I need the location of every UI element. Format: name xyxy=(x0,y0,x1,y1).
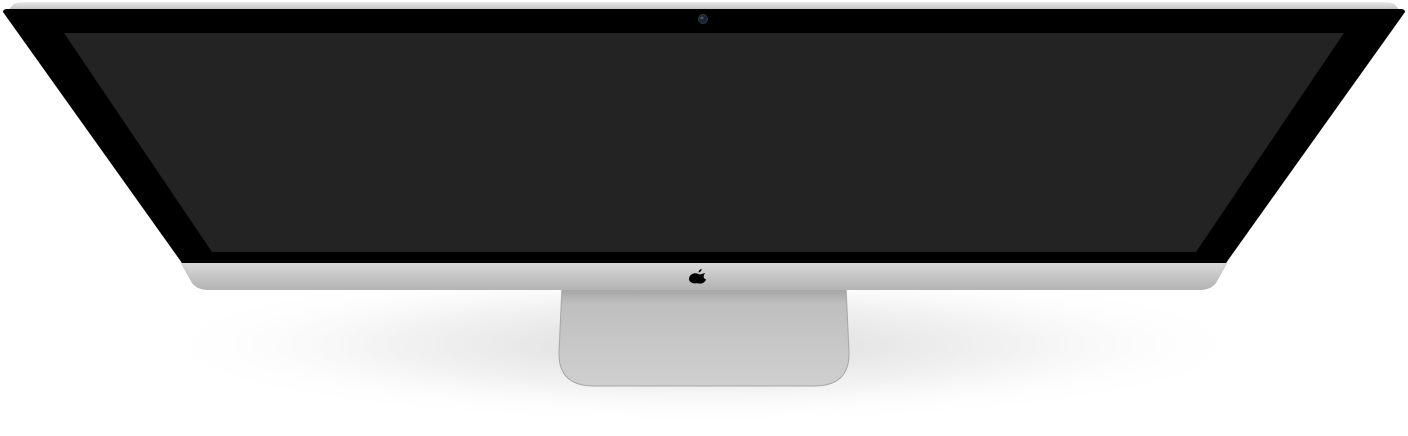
monitor-chin xyxy=(180,262,1228,290)
monitor-screen xyxy=(64,33,1344,252)
monitor-stand xyxy=(558,285,850,387)
device-mockup-stage xyxy=(0,0,1408,436)
imac-mockup xyxy=(3,2,1405,425)
camera-icon xyxy=(698,14,708,24)
